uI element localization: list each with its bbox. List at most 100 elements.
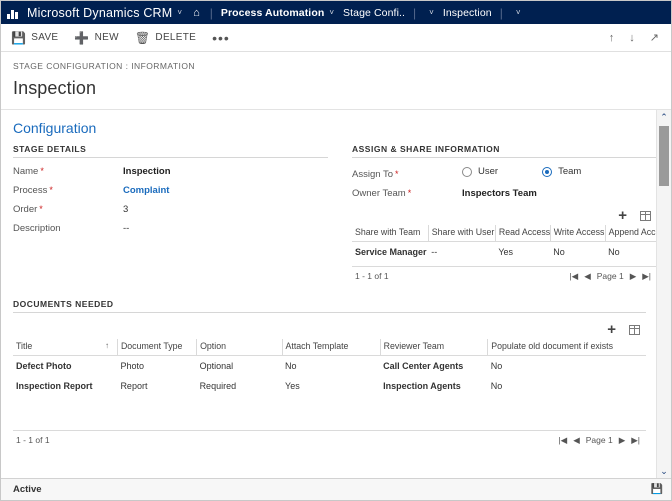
save-button[interactable]: 💾 SAVE	[11, 32, 58, 44]
chevron-down-icon[interactable]: ˅	[177, 8, 182, 17]
cell-title[interactable]: Defect Photo	[13, 355, 117, 376]
column-header-share-with-team[interactable]: Share with Team	[352, 224, 429, 242]
add-document-record-icon[interactable]: +	[607, 322, 616, 337]
next-record-icon[interactable]: ↓	[629, 32, 635, 44]
column-header-option[interactable]: Option	[196, 338, 283, 356]
popout-icon[interactable]: ↗	[650, 31, 659, 44]
field-label-process: Process *	[13, 185, 123, 196]
page-header: STAGE CONFIGURATION : INFORMATION Inspec…	[1, 52, 671, 109]
previous-page-button[interactable]: ◀	[584, 271, 591, 282]
radio-button-team[interactable]	[542, 166, 553, 177]
field-row-process: Process * Complaint	[13, 185, 328, 196]
save-icon-status[interactable]: 💾	[651, 484, 663, 495]
more-commands-button[interactable]: •••	[212, 31, 230, 45]
radio-option-user[interactable]: User	[462, 166, 498, 177]
required-marker-name: *	[40, 166, 44, 176]
grid-icon-documents[interactable]	[629, 324, 640, 335]
home-icon[interactable]: ⌂	[193, 7, 200, 19]
column-header-write-access[interactable]: Write Access	[550, 224, 606, 242]
field-value-name: Inspection	[123, 166, 171, 177]
share-grid-record-count: 1 - 1 of 1	[355, 271, 389, 281]
vertical-scrollbar[interactable]: ⌃ ⌄	[656, 110, 671, 478]
required-marker-order: *	[39, 204, 43, 214]
field-label-name-text: Name	[13, 166, 39, 177]
cell-title[interactable]: Inspection Report	[13, 376, 117, 396]
scroll-down-icon[interactable]: ⌄	[657, 464, 671, 478]
current-page-label: Page 1	[585, 435, 613, 445]
field-label-owner-team: Owner Team *	[352, 188, 462, 199]
field-value-process-link[interactable]: Complaint	[123, 185, 169, 196]
chevron-down-icon-process-automation[interactable]: ˅	[329, 8, 334, 17]
nav-item-stage-configuration[interactable]: Stage Confi..	[343, 7, 405, 19]
nav-item-process-automation[interactable]: Process Automation	[221, 7, 325, 19]
table-row[interactable]: Defect Photo Photo Optional No Call Cent…	[13, 355, 646, 376]
cell-reviewer-team[interactable]: Call Center Agents	[380, 355, 488, 376]
add-share-record-icon[interactable]: +	[618, 208, 627, 223]
chevron-down-icon-inspection[interactable]: ˅	[516, 8, 521, 17]
cell-reviewer-team[interactable]: Inspection Agents	[380, 376, 488, 396]
status-bar: Active 💾	[1, 478, 671, 500]
column-header-attach-template[interactable]: Attach Template	[282, 338, 381, 356]
delete-button[interactable]: 🗑 DELETE	[135, 32, 196, 44]
documents-grid-pager-controls: |◀ ◀ Page 1 ▶ ▶|	[558, 435, 640, 446]
field-value-order: 3	[123, 204, 129, 215]
scroll-up-icon[interactable]: ⌃	[657, 110, 671, 124]
table-row[interactable]: Inspection Report Report Required Yes In…	[13, 376, 646, 396]
scrollbar-thumb[interactable]	[659, 126, 669, 186]
crm-window: Microsoft Dynamics CRM ˅ ⌂ | Process Aut…	[0, 0, 672, 501]
field-row-name: Name * Inspection	[13, 166, 328, 177]
documents-grid-pager: 1 - 1 of 1 |◀ ◀ Page 1 ▶ ▶|	[13, 429, 646, 449]
column-header-title-text: Title	[16, 340, 33, 351]
last-page-button[interactable]: ▶|	[631, 435, 640, 446]
delete-button-label: DELETE	[155, 32, 197, 43]
nav-item-inspection[interactable]: Inspection	[443, 7, 492, 19]
first-page-button[interactable]: |◀	[558, 435, 567, 446]
form-scroll-region: Configuration STAGE DETAILS Name * Inspec…	[1, 110, 656, 478]
column-header-reviewer-team[interactable]: Reviewer Team	[380, 338, 489, 356]
nav-separator: |	[209, 5, 213, 20]
group-header-assign-share: ASSIGN & SHARE INFORMATION	[352, 144, 656, 158]
column-header-title[interactable]: Title ↑	[13, 338, 118, 356]
table-row[interactable]: Service Manager -- Yes No No	[352, 241, 656, 262]
trash-icon: 🗑	[134, 30, 151, 45]
cell-share-with-team[interactable]: Service Manager	[352, 241, 428, 262]
cell-populate-old-document: No	[490, 360, 503, 371]
column-header-populate-old-document[interactable]: Populate old document if exists	[487, 338, 646, 356]
cell-populate-old-document: No	[490, 380, 503, 391]
next-page-button[interactable]: ▶	[619, 435, 626, 446]
radio-option-team[interactable]: Team	[542, 166, 581, 177]
column-header-share-with-user[interactable]: Share with User	[428, 224, 496, 242]
previous-page-button[interactable]: ◀	[573, 435, 580, 446]
group-header-documents-needed: DOCUMENTS NEEDED	[13, 299, 646, 313]
field-label-description: Description	[13, 223, 123, 234]
documents-needed-section: DOCUMENTS NEEDED + Title ↑ Document Type…	[13, 299, 656, 449]
field-label-assign-to-text: Assign To	[352, 168, 394, 180]
nav-separator-2: |	[413, 5, 417, 20]
cell-option: Optional	[199, 360, 234, 371]
assign-share-column: ASSIGN & SHARE INFORMATION Assign To * Us…	[352, 144, 656, 285]
first-page-button[interactable]: |◀	[569, 271, 578, 282]
column-header-read-access[interactable]: Read Access	[495, 224, 551, 242]
chevron-down-icon-stage-configuration[interactable]: ˅	[429, 8, 434, 17]
last-page-button[interactable]: ▶|	[642, 271, 651, 282]
save-icon: 💾	[11, 30, 27, 45]
new-button[interactable]: ➕ NEW	[74, 32, 118, 44]
section-title-configuration: Configuration	[13, 120, 97, 136]
cell-document-type: Photo	[120, 360, 144, 371]
column-header-append-access[interactable]: Append Access	[605, 224, 656, 242]
documents-grid-record-count: 1 - 1 of 1	[16, 435, 50, 445]
sort-ascending-icon[interactable]: ↑	[105, 341, 109, 350]
field-value-owner-team: Inspectors Team	[462, 187, 537, 199]
cell-attach-template: Yes	[285, 380, 300, 391]
documents-grid-toolbar: +	[13, 321, 646, 339]
brand-title[interactable]: Microsoft Dynamics CRM	[27, 6, 172, 20]
radio-button-user[interactable]	[462, 166, 472, 177]
assign-to-radio-group: User Team	[462, 166, 581, 177]
grid-icon-share[interactable]	[640, 210, 651, 221]
next-page-button[interactable]: ▶	[630, 271, 637, 282]
column-header-document-type[interactable]: Document Type	[117, 338, 198, 356]
cell-share-with-user: --	[431, 246, 438, 257]
previous-record-icon[interactable]: ↑	[609, 32, 615, 44]
field-label-name: Name *	[13, 166, 123, 177]
cell-option: Required	[199, 380, 237, 391]
